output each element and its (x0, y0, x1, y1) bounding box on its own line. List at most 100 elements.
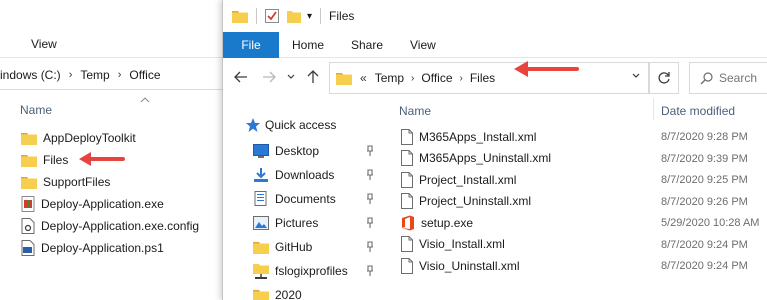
powershell-script-icon (21, 240, 35, 256)
list-item[interactable]: Deploy-Application.exe.config (0, 215, 230, 237)
desktop-icon (253, 144, 269, 158)
address-bar[interactable]: « Temp › Office › Files (329, 62, 649, 94)
file-name: Visio_Install.xml (419, 237, 505, 252)
back-ribbon: View (0, 30, 230, 58)
tab-file[interactable]: File (223, 32, 279, 58)
documents-icon (254, 191, 267, 206)
column-header-date-modified[interactable]: Date modified (661, 104, 735, 118)
background-explorer-window: View indows (C:) › Temp › Office Name Ap… (0, 0, 230, 300)
up-button[interactable] (305, 69, 321, 85)
title-separator (320, 8, 322, 24)
table-row[interactable]: Project_Uninstall.xml 8/7/2020 9:26 PM (381, 191, 767, 213)
column-header: Name Date modified (381, 96, 767, 122)
file-name: setup.exe (421, 215, 474, 230)
tab-home[interactable]: Home (292, 38, 324, 52)
quick-access[interactable]: Quick access (245, 117, 336, 133)
pin-icon[interactable] (365, 169, 375, 181)
nav-item-github[interactable]: GitHub (253, 235, 381, 259)
breadcrumb-temp[interactable]: Temp (80, 68, 109, 82)
nav-item-pictures[interactable]: Pictures (253, 211, 381, 235)
quick-access-toolbar-dropdown-icon[interactable]: ▾ (307, 11, 312, 22)
file-date: 5/29/2020 10:28 AM (661, 217, 760, 229)
file-date: 8/7/2020 9:39 PM (661, 152, 748, 165)
file-name: M365Apps_Uninstall.xml (419, 151, 552, 166)
nav-item-documents[interactable]: Documents (253, 187, 381, 211)
back-button[interactable] (233, 69, 249, 85)
table-row[interactable]: M365Apps_Install.xml 8/7/2020 9:28 PM (381, 126, 767, 148)
breadcrumb-overflow[interactable]: « (360, 71, 367, 85)
quick-access-label: Quick access (265, 118, 337, 132)
office-setup-icon (402, 215, 414, 231)
list-item[interactable]: Deploy-Application.ps1 (0, 237, 230, 259)
column-header-name[interactable]: Name (20, 103, 52, 117)
list-item-label: Deploy-Application.exe.config (41, 219, 200, 233)
list-item[interactable]: SupportFiles (0, 171, 230, 193)
column-header-name[interactable]: Name (399, 104, 431, 118)
properties-checkmark-icon[interactable] (265, 9, 279, 23)
document-icon (401, 128, 413, 145)
navigation-pane: Quick access Desktop Downloads Documents… (223, 96, 381, 300)
file-name: Project_Uninstall.xml (419, 194, 532, 209)
tab-share[interactable]: Share (351, 38, 383, 52)
table-row[interactable]: M365Apps_Uninstall.xml 8/7/2020 9:39 PM (381, 148, 767, 170)
config-file-icon (21, 218, 35, 234)
breadcrumb-office[interactable]: Office (421, 71, 452, 85)
table-row[interactable]: Visio_Uninstall.xml 8/7/2020 9:24 PM (381, 255, 767, 277)
column-divider[interactable] (653, 98, 654, 120)
nav-item-fslogixprofiles[interactable]: fslogixprofiles (253, 259, 381, 283)
tab-view[interactable]: View (410, 38, 436, 52)
table-row[interactable]: Project_Install.xml 8/7/2020 9:25 PM (381, 169, 767, 191)
search-input[interactable] (719, 71, 767, 85)
chevron-right-icon[interactable]: › (411, 73, 414, 84)
chevron-right-icon[interactable]: › (118, 69, 122, 81)
file-date: 8/7/2020 9:26 PM (661, 195, 748, 208)
file-date: 8/7/2020 9:25 PM (661, 174, 748, 186)
file-name: Visio_Uninstall.xml (419, 258, 520, 273)
nav-item-downloads[interactable]: Downloads (253, 163, 381, 187)
title-bar: ▾ Files (223, 0, 767, 32)
breadcrumb-drive[interactable]: indows (C:) (0, 68, 61, 82)
table-row[interactable]: Visio_Install.xml 8/7/2020 9:24 PM (381, 234, 767, 256)
address-dropdown-icon[interactable] (632, 73, 640, 79)
list-item-label: AppDeployToolkit (43, 131, 136, 145)
list-item[interactable]: Deploy-Application.exe (0, 193, 230, 215)
file-name: M365Apps_Install.xml (419, 129, 537, 144)
arrow-up-icon (307, 70, 319, 83)
document-icon (401, 150, 413, 167)
nav-item-label: GitHub (275, 240, 313, 254)
recent-locations-button[interactable] (283, 69, 299, 85)
document-icon (401, 193, 413, 210)
pin-icon[interactable] (365, 241, 375, 253)
refresh-button[interactable] (649, 62, 679, 94)
folder-icon (21, 133, 37, 145)
navigation-bar: « Temp › Office › Files (223, 58, 767, 96)
breadcrumb-files[interactable]: Files (470, 71, 495, 85)
chevron-right-icon[interactable]: › (69, 69, 73, 81)
chevron-down-icon (287, 74, 295, 79)
back-tab-view[interactable]: View (31, 37, 57, 51)
breadcrumb-temp[interactable]: Temp (375, 71, 404, 85)
list-item-label: SupportFiles (43, 175, 111, 189)
nav-item-desktop[interactable]: Desktop (253, 139, 381, 163)
search-box[interactable] (689, 62, 767, 94)
pin-icon[interactable] (365, 217, 375, 229)
nav-item-2020[interactable]: 2020 (253, 283, 381, 300)
nav-item-label: 2020 (275, 288, 302, 300)
pin-icon[interactable] (365, 193, 375, 205)
back-breadcrumb[interactable]: indows (C:) › Temp › Office (0, 60, 230, 90)
new-folder-icon[interactable] (287, 9, 301, 23)
pin-icon[interactable] (365, 145, 375, 157)
folder-icon (21, 177, 37, 189)
nav-item-label: Pictures (275, 216, 319, 230)
file-list: M365Apps_Install.xml 8/7/2020 9:28 PM M3… (381, 126, 767, 277)
title-separator (256, 8, 257, 24)
chevron-right-icon[interactable]: › (460, 73, 463, 84)
table-row[interactable]: setup.exe 5/29/2020 10:28 AM (381, 212, 767, 234)
list-item[interactable]: AppDeployToolkit (0, 127, 230, 149)
breadcrumb-office[interactable]: Office (129, 68, 160, 82)
exe-app-icon (21, 196, 35, 212)
forward-button[interactable] (261, 69, 277, 85)
arrow-left-icon (234, 71, 247, 83)
pin-icon[interactable] (365, 265, 375, 277)
folder-icon (253, 290, 269, 300)
